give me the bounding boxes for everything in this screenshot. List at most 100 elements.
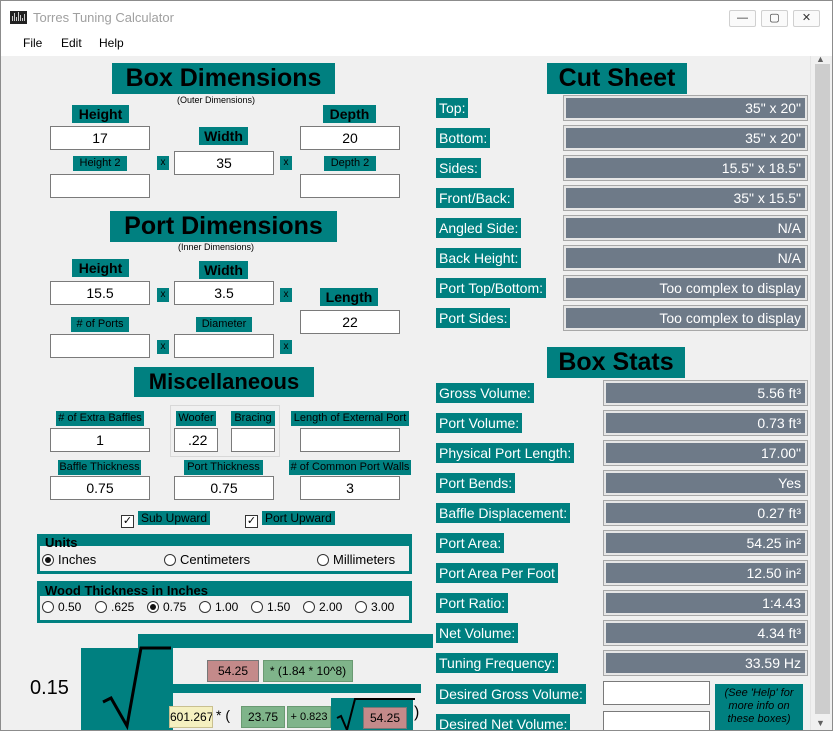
- box-height2-label: Height 2: [73, 156, 127, 171]
- scroll-down-icon[interactable]: ▼: [816, 718, 825, 728]
- stat-port-area-per-foot-value: 12.50 in²: [603, 560, 808, 586]
- extra-baffles-input[interactable]: 1: [50, 428, 150, 452]
- formula-number: 23.75: [241, 706, 285, 728]
- close-button[interactable]: ✕: [793, 10, 820, 27]
- diameter-input[interactable]: [174, 334, 274, 358]
- box-depth-input[interactable]: 20: [300, 126, 400, 150]
- square-root-icon: [102, 646, 171, 730]
- box-height-input[interactable]: 17: [50, 126, 150, 150]
- wood-075-radio[interactable]: 0.75: [147, 600, 186, 614]
- wood-150-radio[interactable]: 1.50: [251, 600, 290, 614]
- cut-sheet-heading: Cut Sheet: [547, 63, 687, 94]
- cut-bottom-value: 35" x 20": [563, 125, 808, 151]
- formula-operator: * (: [216, 707, 230, 723]
- units-option-label: Millimeters: [333, 552, 396, 567]
- radio-icon: [199, 601, 211, 613]
- wood-option-label: 0.75: [163, 600, 187, 614]
- menu-help[interactable]: Help: [99, 36, 124, 50]
- desired-gross-volume-input[interactable]: [603, 681, 710, 705]
- title-bar[interactable]: Torres Tuning Calculator — ▢ ✕: [1, 1, 832, 32]
- box-dimensions-heading: Box Dimensions: [112, 63, 335, 94]
- radio-selected-icon: [147, 601, 159, 613]
- radio-selected-icon: [42, 554, 54, 566]
- box-width-input[interactable]: 35: [174, 151, 274, 175]
- baffle-thickness-input[interactable]: 0.75: [50, 476, 150, 500]
- external-port-label: Length of External Port: [291, 411, 409, 426]
- stat-port-volume-label: Port Volume:: [436, 413, 523, 433]
- port-height-input[interactable]: 15.5: [50, 281, 150, 305]
- external-port-input[interactable]: [300, 428, 400, 452]
- menu-edit[interactable]: Edit: [61, 36, 82, 50]
- scroll-up-icon[interactable]: ▲: [816, 54, 825, 64]
- formula-divider: [173, 684, 421, 693]
- stat-physical-port-length-label: Physical Port Length:: [436, 443, 575, 463]
- stat-gross-volume-value: 5.56 ft³: [603, 380, 808, 406]
- stat-net-volume-label: Net Volume:: [436, 623, 519, 643]
- box-depth2-label: Depth 2: [324, 156, 376, 171]
- common-port-walls-input[interactable]: 3: [300, 476, 400, 500]
- box-height2-input[interactable]: [50, 174, 150, 198]
- cut-angled-side-value: N/A: [563, 215, 808, 241]
- wood-option-label: 0.50: [58, 600, 82, 614]
- wood-option-label: 1.00: [215, 600, 239, 614]
- cut-sides-label: Sides:: [436, 158, 481, 178]
- wood-option-label: 3.00: [371, 600, 395, 614]
- port-thickness-input[interactable]: 0.75: [174, 476, 274, 500]
- woofer-input[interactable]: .22: [174, 428, 218, 452]
- num-ports-input[interactable]: [50, 334, 150, 358]
- stat-port-ratio-value: 1:4.43: [603, 590, 808, 616]
- port-width-input[interactable]: 3.5: [174, 281, 274, 305]
- cut-bottom-label: Bottom:: [436, 128, 491, 148]
- desired-net-volume-input[interactable]: [603, 711, 710, 730]
- stat-gross-volume-label: Gross Volume:: [436, 383, 534, 403]
- units-inches-radio[interactable]: Inches: [42, 552, 96, 567]
- cut-sides-value: 15.5" x 18.5": [563, 155, 808, 181]
- help-note: (See 'Help' for more info on these boxes…: [715, 684, 803, 730]
- radio-icon: [164, 554, 176, 566]
- sub-upward-checkbox[interactable]: ✓ Sub Upward: [121, 511, 211, 528]
- port-length-input[interactable]: 22: [300, 310, 400, 334]
- minimize-button[interactable]: —: [729, 10, 756, 27]
- units-millimeters-radio[interactable]: Millimeters: [317, 552, 395, 567]
- cut-top-value: 35" x 20": [563, 95, 808, 121]
- wood-300-radio[interactable]: 3.00: [355, 600, 394, 614]
- wood-0625-radio[interactable]: .625: [95, 600, 134, 614]
- menu-file[interactable]: File: [23, 36, 42, 50]
- port-upward-checkbox[interactable]: ✓ Port Upward: [245, 511, 335, 528]
- wood-200-radio[interactable]: 2.00: [303, 600, 342, 614]
- stat-port-area-value: 54.25 in²: [603, 530, 808, 556]
- baffle-thickness-label: Baffle Thickness: [58, 460, 141, 475]
- radio-icon: [317, 554, 329, 566]
- units-title: Units: [45, 535, 78, 550]
- stat-tuning-frequency-label: Tuning Frequency:: [436, 653, 559, 673]
- box-depth2-input[interactable]: [300, 174, 400, 198]
- maximize-button[interactable]: ▢: [761, 10, 788, 27]
- bracing-input[interactable]: [231, 428, 275, 452]
- multiply-sign: x: [280, 340, 292, 354]
- app-waveform-icon: [10, 11, 27, 24]
- common-port-walls-label: # of Common Port Walls: [289, 460, 411, 475]
- port-dimensions-heading: Port Dimensions: [110, 211, 337, 242]
- diameter-label: Diameter: [196, 317, 252, 332]
- box-width-label: Width: [199, 127, 248, 145]
- cut-port-sides-label: Port Sides:: [436, 308, 511, 328]
- formula-area-value: 54.25: [207, 660, 259, 682]
- port-length-label: Length: [320, 288, 378, 306]
- stat-port-bends-label: Port Bends:: [436, 473, 516, 493]
- sub-upward-label: Sub Upward: [138, 511, 211, 525]
- units-option-label: Centimeters: [180, 552, 251, 567]
- stat-port-ratio-label: Port Ratio:: [436, 593, 509, 613]
- cut-angled-side-label: Angled Side:: [436, 218, 522, 238]
- units-centimeters-radio[interactable]: Centimeters: [164, 552, 250, 567]
- bracing-label: Bracing: [231, 411, 275, 426]
- scrollbar-thumb[interactable]: [815, 64, 830, 714]
- cut-port-top-bottom-value: Too complex to display: [563, 275, 808, 301]
- radio-icon: [251, 601, 263, 613]
- checkbox-check-icon: ✓: [121, 515, 134, 528]
- wood-050-radio[interactable]: 0.50: [42, 600, 81, 614]
- box-depth-label: Depth: [323, 105, 376, 123]
- multiply-sign: x: [280, 156, 292, 170]
- wood-100-radio[interactable]: 1.00: [199, 600, 238, 614]
- stat-port-bends-value: Yes: [603, 470, 808, 496]
- vertical-scrollbar[interactable]: ▲ ▼: [810, 54, 832, 730]
